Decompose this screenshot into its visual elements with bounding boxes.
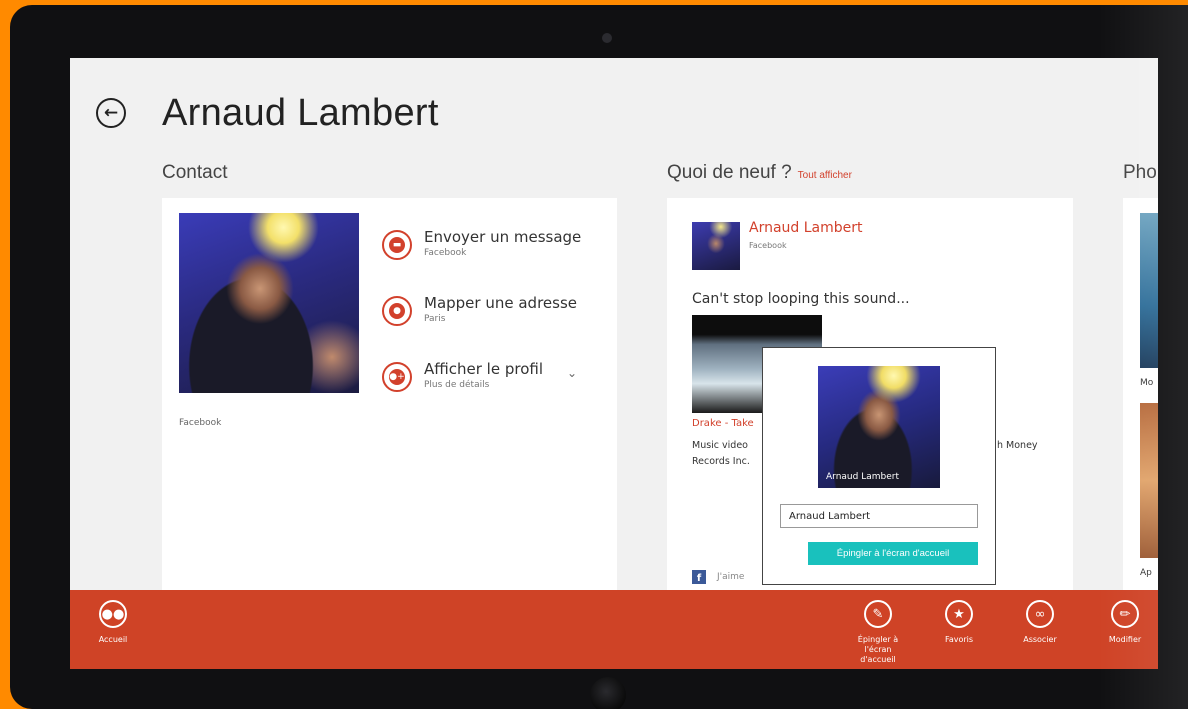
pin-icon: ✎ — [864, 600, 892, 628]
photo-thumbnail[interactable] — [1140, 213, 1158, 368]
tile-name-input[interactable] — [780, 504, 978, 528]
star-icon: ★ — [945, 600, 973, 628]
appbar-label: Modifier — [1108, 635, 1142, 644]
photo-thumbnail[interactable] — [1140, 403, 1158, 558]
tile-caption: Arnaud Lambert — [826, 472, 899, 482]
pin-to-start-button[interactable]: ✎ Épingler à l'écran d'accueil — [846, 600, 910, 665]
see-all-link[interactable]: Tout afficher — [798, 170, 852, 181]
edit-button[interactable]: ✏ Modifier — [1093, 600, 1157, 645]
action-label: Envoyer un message — [424, 228, 582, 246]
page-title: Arnaud Lambert — [162, 92, 439, 134]
camera-dot — [602, 33, 612, 43]
profile-icon: ●+ — [382, 362, 412, 392]
contact-section-title: Contact — [162, 162, 228, 183]
appbar-label: Accueil — [98, 635, 128, 644]
pin-to-start-confirm-button[interactable]: Épingler à l'écran d'accueil — [808, 542, 978, 565]
post-author-name[interactable]: Arnaud Lambert — [749, 220, 863, 236]
windows-home-button[interactable] — [590, 677, 626, 709]
photo-source-label: Facebook — [179, 418, 222, 428]
view-profile-action[interactable]: ●+ Afficher le profil Plus de détails — [382, 360, 612, 410]
chevron-down-icon[interactable]: ⌄ — [567, 366, 577, 380]
post-service: Facebook — [749, 241, 787, 250]
contact-card: Facebook ▬ Envoyer un message Facebook ●… — [162, 198, 617, 598]
photo-caption: Mo — [1140, 378, 1154, 388]
appbar-label: Favoris — [944, 635, 974, 644]
app-bar: ●● Accueil ✎ Épingler à l'écran d'accuei… — [70, 590, 1158, 669]
map-pin-icon: ● — [382, 296, 412, 326]
link-button[interactable]: ∞ Associer — [1008, 600, 1072, 645]
action-sub: Facebook — [424, 248, 467, 258]
news-title-text: Quoi de neuf ? — [667, 162, 792, 183]
pin-to-start-flyout: Arnaud Lambert Épingler à l'écran d'accu… — [762, 347, 996, 585]
people-app-screen: ← Arnaud Lambert Contact Quoi de neuf ? T… — [70, 58, 1158, 669]
action-sub: Paris — [424, 314, 446, 324]
facebook-icon: f — [692, 570, 706, 584]
people-icon: ●● — [99, 600, 127, 628]
action-label: Afficher le profil — [424, 360, 543, 378]
pencil-icon: ✏ — [1111, 600, 1139, 628]
post-text: Can't stop looping this sound... — [692, 291, 910, 307]
action-sub: Plus de détails — [424, 380, 490, 390]
video-title-link[interactable]: Drake - Take — [692, 418, 754, 429]
photos-card: Mo Ap — [1123, 198, 1158, 598]
back-arrow-icon: ← — [103, 103, 119, 123]
appbar-label: Associer — [1023, 635, 1057, 644]
send-message-action[interactable]: ▬ Envoyer un message Facebook — [382, 228, 612, 278]
map-address-action[interactable]: ● Mapper une adresse Paris — [382, 294, 612, 344]
appbar-label: Épingler à l'écran d'accueil — [857, 635, 899, 664]
photo-caption: Ap — [1140, 568, 1152, 578]
video-desc-right: h Money — [997, 440, 1038, 451]
photos-section-title: Pho — [1123, 162, 1157, 183]
video-desc-line2: Records Inc. — [692, 456, 750, 467]
action-label: Mapper une adresse — [424, 294, 577, 312]
favorite-button[interactable]: ★ Favoris — [927, 600, 991, 645]
profile-photo[interactable] — [179, 213, 359, 393]
like-link[interactable]: J'aime — [717, 572, 744, 582]
link-icon: ∞ — [1026, 600, 1054, 628]
home-button[interactable]: ●● Accueil — [81, 600, 145, 645]
tile-preview: Arnaud Lambert — [818, 366, 940, 488]
news-section-title: Quoi de neuf ? Tout afficher — [667, 162, 852, 184]
message-icon: ▬ — [382, 230, 412, 260]
tablet-bezel: ← Arnaud Lambert Contact Quoi de neuf ? T… — [10, 5, 1188, 709]
post-author-avatar[interactable] — [692, 222, 740, 270]
video-desc-left: Music video — [692, 440, 748, 451]
back-button[interactable]: ← — [96, 98, 126, 128]
